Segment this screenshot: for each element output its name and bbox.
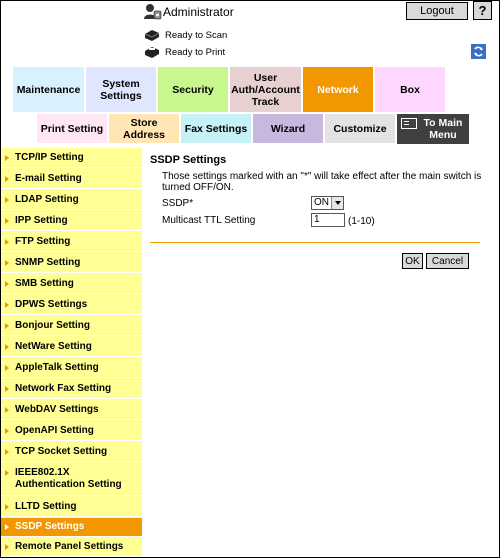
- sidebar-item-ssdp[interactable]: SSDP Settings: [1, 518, 142, 537]
- ttl-label: Multicast TTL Setting: [162, 215, 256, 226]
- sidebar-item-dpws[interactable]: DPWS Settings: [1, 295, 142, 315]
- sidebar-item-snmp[interactable]: SNMP Setting: [1, 253, 142, 273]
- tab-to-main-menu[interactable]: To Main Menu: [397, 114, 469, 144]
- sidebar-item-tcp-socket[interactable]: TCP Socket Setting: [1, 442, 142, 462]
- sidebar: TCP/IP Setting E-mail Setting LDAP Setti…: [1, 148, 142, 557]
- tab-network[interactable]: Network: [303, 67, 373, 112]
- sidebar-item-tcp-ip[interactable]: TCP/IP Setting: [1, 148, 142, 168]
- arrow-right-icon: [5, 322, 9, 329]
- to-main-menu-label: To Main Menu: [423, 117, 463, 141]
- refresh-icon[interactable]: [471, 44, 486, 59]
- arrow-right-icon: [5, 238, 9, 245]
- arrow-right-icon: [5, 503, 9, 510]
- help-button[interactable]: ?: [473, 1, 492, 20]
- tab-wizard[interactable]: Wizard: [253, 114, 323, 143]
- arrow-right-icon: [5, 544, 9, 550]
- ttl-range: (1-10): [348, 216, 375, 227]
- sidebar-item-webdav[interactable]: WebDAV Settings: [1, 400, 142, 420]
- sidebar-item-openapi[interactable]: OpenAPI Setting: [1, 421, 142, 441]
- administrator-icon: [144, 4, 162, 20]
- tab-fax-settings[interactable]: Fax Settings: [181, 114, 251, 143]
- arrow-right-icon: [5, 196, 9, 203]
- tab-maintenance[interactable]: Maintenance: [13, 67, 84, 112]
- restart-note: Those settings marked with an "*" will t…: [162, 171, 482, 193]
- arrow-right-icon: [5, 280, 9, 287]
- arrow-right-icon: [5, 448, 9, 455]
- arrow-right-icon: [5, 406, 9, 413]
- ssdp-label: SSDP*: [162, 198, 194, 209]
- print-status: Ready to Print: [165, 47, 226, 58]
- sidebar-item-ftp[interactable]: FTP Setting: [1, 232, 142, 252]
- main-menu-icon: [401, 118, 417, 129]
- tab-store-address[interactable]: Store Address: [109, 114, 179, 143]
- tab-print-setting[interactable]: Print Setting: [37, 114, 107, 143]
- arrow-right-icon: [5, 343, 9, 350]
- sidebar-item-netware[interactable]: NetWare Setting: [1, 337, 142, 357]
- scan-status: Ready to Scan: [165, 30, 228, 41]
- arrow-right-icon: [5, 524, 9, 530]
- scanner-icon: [144, 30, 160, 41]
- printer-icon: [145, 47, 159, 58]
- tab-customize[interactable]: Customize: [325, 114, 395, 143]
- sidebar-item-ieee8021x[interactable]: IEEE802.1X Authentication Setting: [1, 463, 142, 496]
- ok-button[interactable]: OK: [402, 253, 423, 269]
- sidebar-item-smb[interactable]: SMB Setting: [1, 274, 142, 294]
- sidebar-item-ldap[interactable]: LDAP Setting: [1, 190, 142, 210]
- section-divider: [150, 242, 480, 243]
- cancel-button[interactable]: Cancel: [426, 253, 469, 269]
- ttl-input[interactable]: 1: [311, 213, 345, 227]
- tab-security[interactable]: Security: [158, 67, 228, 112]
- arrow-right-icon: [5, 427, 9, 434]
- ssdp-select[interactable]: ON: [311, 196, 344, 210]
- ssdp-select-value: ON: [314, 197, 329, 208]
- arrow-right-icon: [5, 301, 9, 308]
- sidebar-item-lltd[interactable]: LLTD Setting: [1, 497, 142, 517]
- sidebar-item-email[interactable]: E-mail Setting: [1, 169, 142, 189]
- tab-box[interactable]: Box: [375, 67, 445, 112]
- tab-system-settings[interactable]: System Settings: [86, 67, 156, 112]
- arrow-right-icon: [5, 259, 9, 266]
- arrow-right-icon: [5, 364, 9, 371]
- arrow-right-icon: [5, 154, 9, 161]
- page-title: SSDP Settings: [150, 154, 227, 166]
- chevron-down-icon[interactable]: [331, 197, 343, 209]
- sidebar-item-appletalk[interactable]: AppleTalk Setting: [1, 358, 142, 378]
- sidebar-item-network-fax[interactable]: Network Fax Setting: [1, 379, 142, 399]
- tab-user-auth[interactable]: User Auth/Account Track: [230, 67, 301, 112]
- sidebar-item-bonjour[interactable]: Bonjour Setting: [1, 316, 142, 336]
- user-name: Administrator: [163, 5, 234, 19]
- sidebar-item-remote-panel[interactable]: Remote Panel Settings: [1, 538, 142, 557]
- arrow-right-icon: [5, 470, 9, 476]
- logout-button[interactable]: Logout: [406, 2, 468, 20]
- arrow-right-icon: [5, 175, 9, 182]
- arrow-right-icon: [5, 217, 9, 224]
- sidebar-item-ipp[interactable]: IPP Setting: [1, 211, 142, 231]
- arrow-right-icon: [5, 385, 9, 392]
